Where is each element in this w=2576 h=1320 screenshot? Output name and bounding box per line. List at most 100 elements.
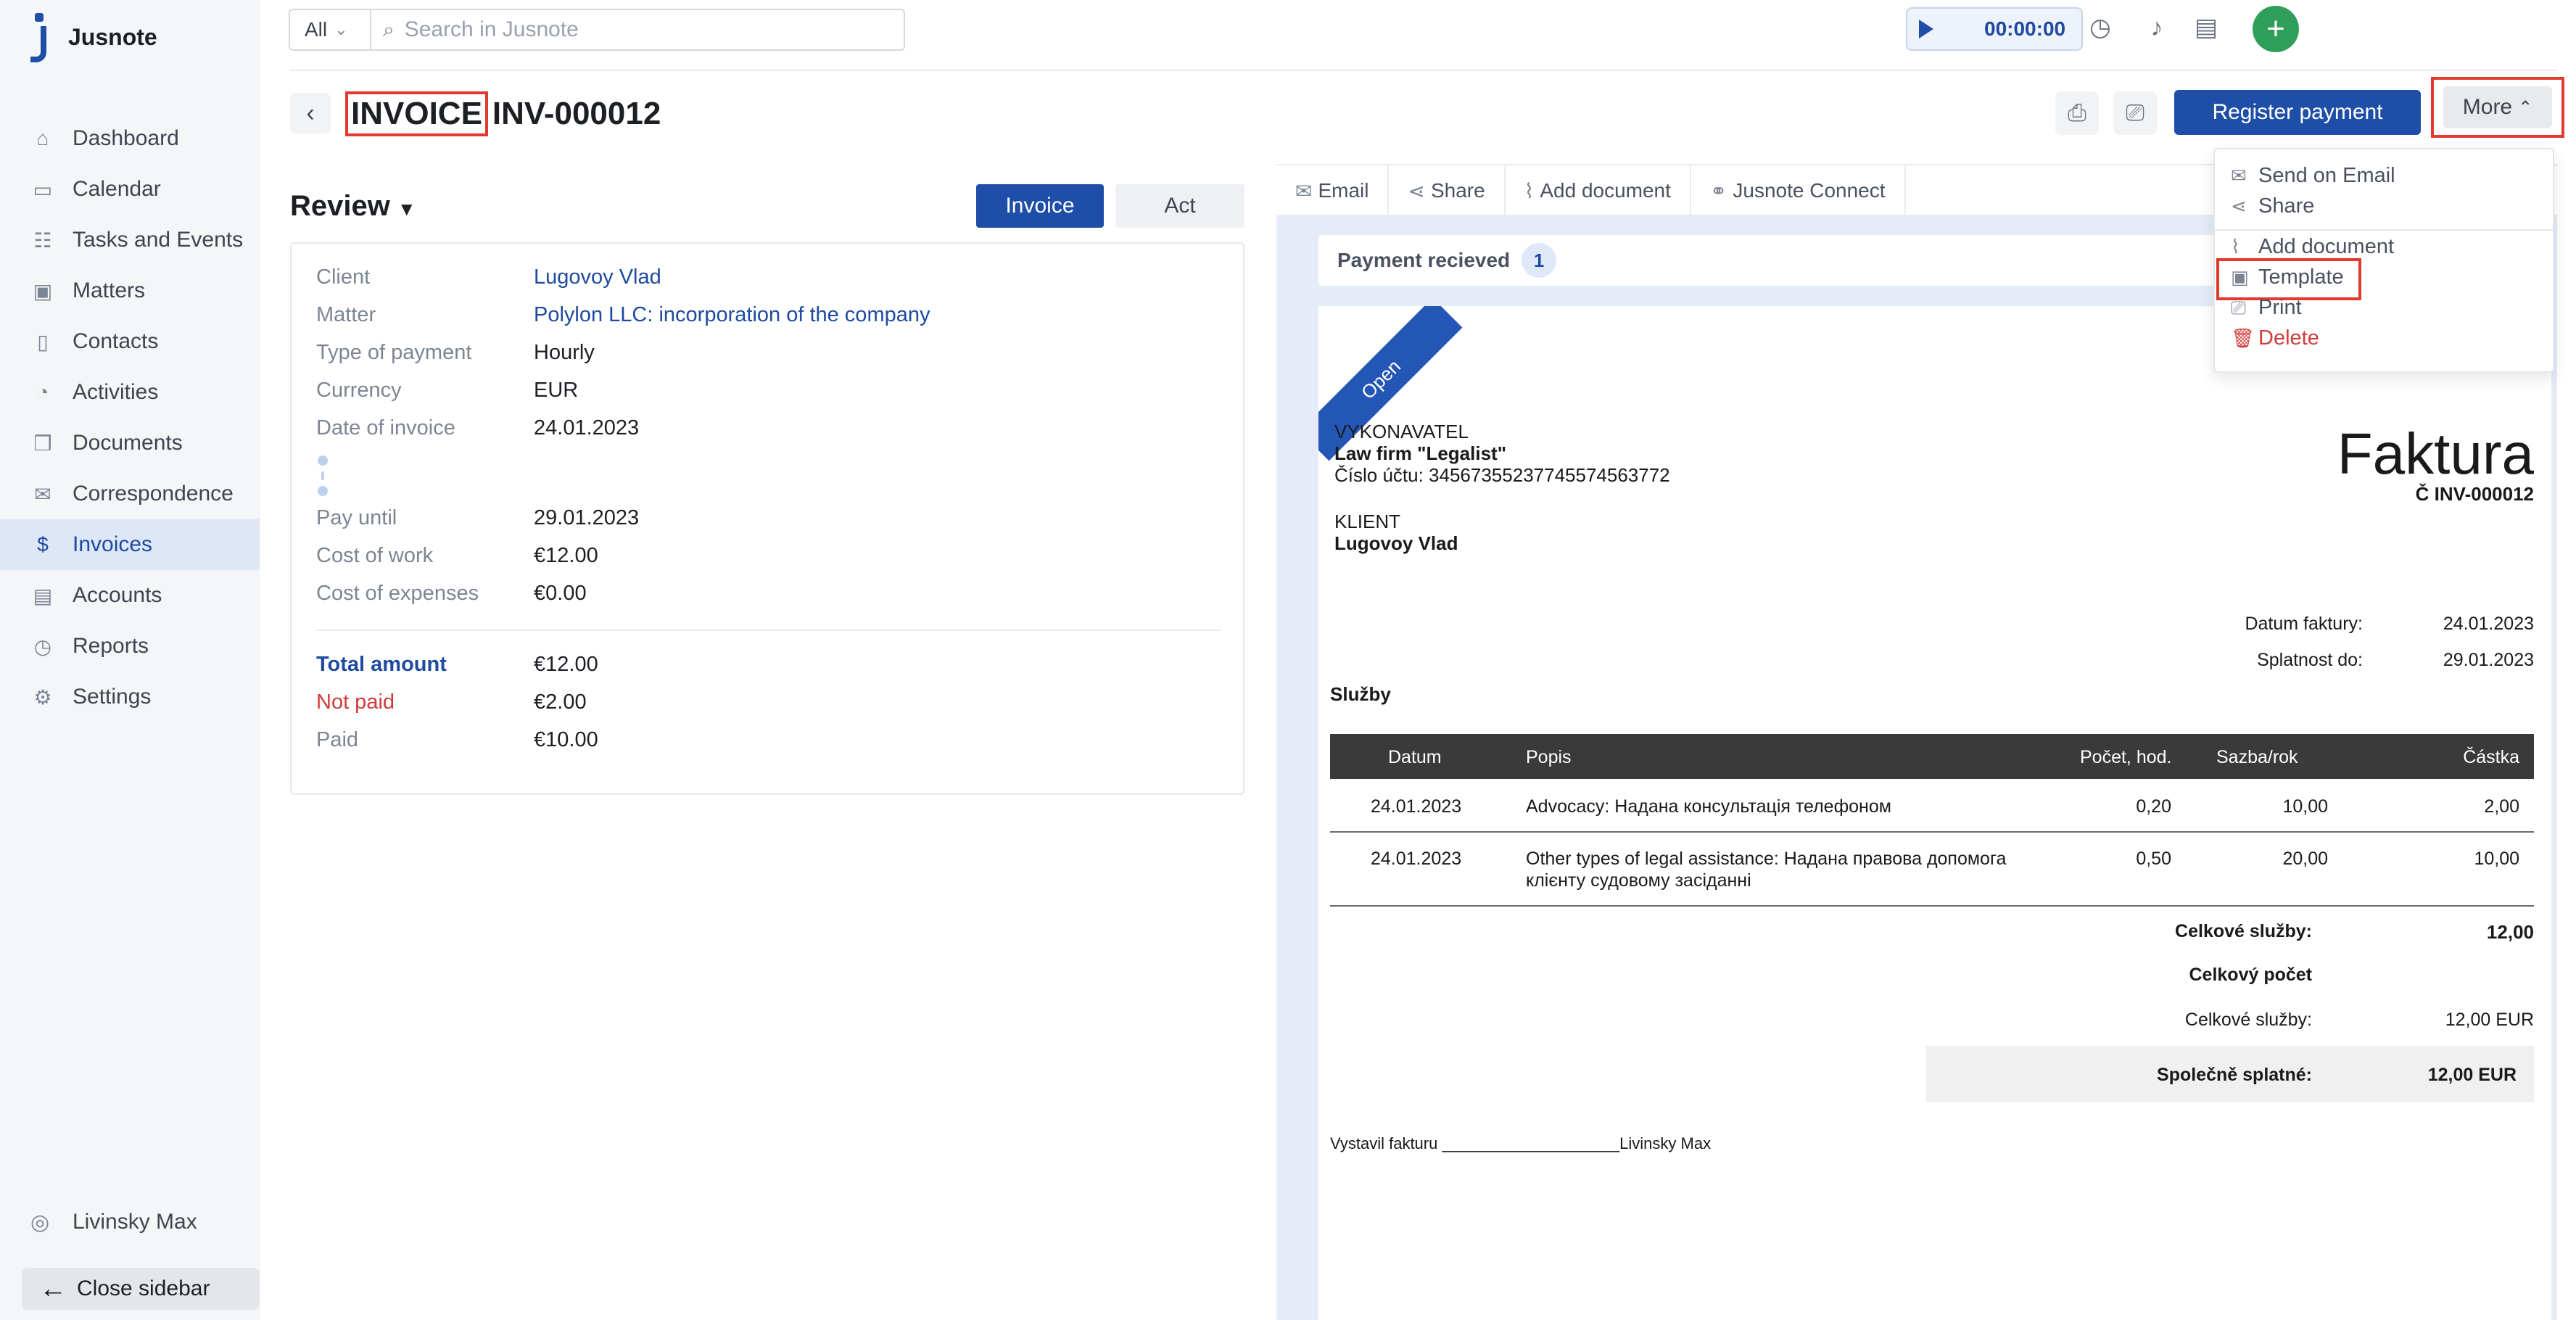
- clock-icon[interactable]: ◷: [2084, 12, 2116, 44]
- issued-name: Livinsky Max: [1619, 1134, 1712, 1152]
- app-name: Jusnote: [68, 23, 157, 50]
- field-value: Hourly: [534, 341, 595, 364]
- field-value: €0.00: [534, 582, 587, 605]
- sidebar-item-reports[interactable]: ◷ Reports: [0, 621, 260, 672]
- field-label: Paid: [316, 728, 359, 751]
- timer-value: 00:00:00: [1984, 17, 2066, 40]
- sidebar-item-label: Reports: [73, 634, 149, 658]
- chevron-down-icon: ⌄: [334, 20, 348, 38]
- act-toggle[interactable]: Act: [1115, 184, 1244, 228]
- document-heading: Faktura: [2337, 421, 2534, 486]
- sidebar-item-accounts[interactable]: ▤ Accounts: [0, 570, 260, 621]
- field-label: Pay until: [316, 506, 397, 529]
- tab-label: Add document: [1540, 179, 1671, 202]
- sidebar-item-label: Contacts: [73, 329, 159, 353]
- sidebar-item-correspondence[interactable]: ✉ Correspondence: [0, 469, 260, 519]
- back-button[interactable]: ‹: [290, 93, 331, 133]
- document-type: INVOICE: [345, 91, 488, 136]
- caret-down-icon: ▼: [397, 198, 416, 220]
- sidebar-item-label: Matters: [73, 279, 146, 302]
- client-name: Lugovoy Vlad: [1334, 532, 1458, 554]
- field-value: €2.00: [534, 690, 587, 714]
- sidebar-item-activities[interactable]: ◔ Activities: [0, 367, 260, 418]
- sidebar-item-label: Correspondence: [73, 482, 234, 506]
- sidebar-item-tasks[interactable]: ☷ Tasks and Events: [0, 215, 260, 265]
- sidebar-item-calendar[interactable]: ▭ Calendar: [0, 164, 260, 215]
- issued-label: Vystavil fakturu ____________________: [1330, 1134, 1620, 1152]
- row-amount: 10,00: [2474, 849, 2519, 869]
- menu-item-add-document[interactable]: ⌇ Add document: [2231, 235, 2394, 259]
- menu-item-share[interactable]: ⋖ Share: [2231, 194, 2314, 218]
- pdf-button[interactable]: ⎙: [2055, 91, 2099, 135]
- menu-item-print[interactable]: ⎚ Print: [2231, 296, 2302, 320]
- menu-item-send-email[interactable]: ✉ Send on Email: [2231, 164, 2395, 188]
- app-logo[interactable]: Jusnote: [26, 10, 157, 64]
- share-icon: ⋖: [2231, 195, 2247, 217]
- search-icon: ⌕: [383, 17, 395, 41]
- payment-count-badge: 1: [1522, 243, 1557, 278]
- sidebar-item-invoices[interactable]: $ Invoices: [0, 519, 260, 570]
- client-link[interactable]: Lugovoy Vlad: [534, 265, 661, 289]
- services-label: Služby: [1330, 683, 1391, 705]
- template-icon: ▣: [2231, 266, 2249, 288]
- envelope-icon: ✉: [1295, 179, 1313, 202]
- column-header: Sazba/rok: [2216, 747, 2298, 767]
- divider: [290, 70, 2557, 71]
- gear-icon: ⚙: [33, 685, 52, 709]
- link-icon: ⚭: [1709, 179, 1727, 202]
- invoice-toggle[interactable]: Invoice: [976, 184, 1104, 228]
- total-services-value: 12,00: [2486, 921, 2534, 943]
- column-header: Popis: [1526, 747, 1572, 767]
- more-button[interactable]: More ⌃: [2443, 86, 2552, 128]
- row-description: Advocacy: Надана консультація телефоном: [1526, 796, 1891, 817]
- tab-share[interactable]: ⋖ Share: [1389, 165, 1506, 216]
- matter-link[interactable]: Polylon LLC: incorporation of the compan…: [534, 303, 930, 327]
- correspondence-icon: ✉: [34, 482, 51, 506]
- print-button[interactable]: ⎚: [2113, 91, 2157, 135]
- close-sidebar-label: Close sidebar: [77, 1276, 210, 1300]
- search-input[interactable]: ⌕ Search in Jusnote: [370, 9, 905, 51]
- total-services-eur: 12,00 EUR: [2445, 1010, 2534, 1030]
- grand-total-value: 12,00 EUR: [2427, 1065, 2517, 1085]
- close-sidebar-button[interactable]: ← Close sidebar: [22, 1268, 260, 1310]
- printer-icon: ⎚: [2126, 99, 2144, 125]
- invoice-details-card: Client Lugovoy Vlad Matter Polylon LLC: in…: [290, 242, 1244, 795]
- register-payment-button[interactable]: Register payment: [2174, 90, 2421, 135]
- tab-add-document[interactable]: ⌇ Add document: [1506, 165, 1691, 216]
- sidebar-item-label: Calendar: [73, 177, 161, 201]
- sidebar-item-contacts[interactable]: ▯ Contacts: [0, 316, 260, 367]
- tab-label: Jusnote Connect: [1733, 179, 1886, 202]
- client-row: Client Lugovoy Vlad: [316, 265, 661, 289]
- search-scope-select[interactable]: All ⌄: [289, 9, 370, 51]
- envelope-icon: ✉: [2231, 165, 2247, 186]
- field-value: €12.00: [534, 653, 598, 676]
- currency-row: Currency EUR: [316, 379, 578, 403]
- jusnote-logo-icon: [26, 10, 55, 64]
- tab-jusnote-connect[interactable]: ⚭ Jusnote Connect: [1691, 165, 1906, 216]
- sidebar-item-dashboard[interactable]: ⌂ Dashboard: [0, 113, 260, 164]
- bell-icon[interactable]: ♪: [2141, 12, 2173, 44]
- menu-item-label: Template: [2258, 265, 2344, 289]
- row-quantity: 0,50: [2136, 849, 2171, 869]
- due-label: Splatnost do:: [2257, 650, 2363, 670]
- sidebar-item-documents[interactable]: ❒ Documents: [0, 418, 260, 469]
- services-table-header: Datum Popis Počet, hod. Sazba/rok Částka: [1330, 734, 2534, 779]
- menu-item-template[interactable]: ▣ Template: [2231, 265, 2344, 289]
- review-dropdown[interactable]: Review ▼: [290, 190, 416, 223]
- tab-email[interactable]: ✉ Email: [1276, 165, 1390, 216]
- user-profile[interactable]: ◎ Livinsky Max: [30, 1210, 197, 1234]
- time-tracker[interactable]: 00:00:00: [1906, 7, 2083, 51]
- play-icon[interactable]: [1919, 20, 1933, 38]
- field-label: Date of invoice: [316, 416, 455, 440]
- sidebar-item-settings[interactable]: ⚙ Settings: [0, 672, 260, 722]
- sidebar-item-matters[interactable]: ▣ Matters: [0, 265, 260, 316]
- row-date: 24.01.2023: [1371, 796, 1462, 817]
- reports-icon: ◷: [33, 635, 52, 658]
- add-button[interactable]: +: [2253, 6, 2299, 52]
- field-label: Currency: [316, 379, 402, 402]
- more-button-highlight: More ⌃: [2431, 77, 2564, 138]
- menu-item-delete[interactable]: 🗑 Delete: [2231, 326, 2319, 350]
- total-row: Total amount €12.00: [316, 653, 598, 677]
- table-row: 24.01.2023 Other types of legal assistan…: [1330, 833, 2534, 904]
- news-icon[interactable]: ▤: [2190, 12, 2222, 44]
